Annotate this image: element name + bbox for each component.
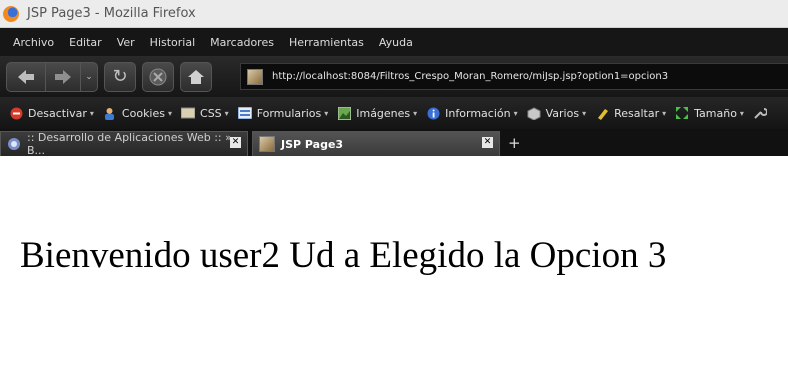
stop-icon <box>149 68 167 85</box>
window-title-bar: JSP Page3 - Mozilla Firefox <box>0 0 788 28</box>
toolbar-formularios[interactable]: Formularios ▾ <box>237 106 329 120</box>
css-icon <box>181 106 196 120</box>
cookie-icon <box>103 106 117 120</box>
form-icon <box>237 106 252 120</box>
toolbar-label: Varios <box>545 106 580 120</box>
tab-strip: :: Desarrollo de Aplicaciones Web :: » B… <box>0 129 788 157</box>
menu-bar: Archivo Editar Ver Historial Marcadores … <box>0 28 788 56</box>
toolbar-label: Cookies <box>121 106 165 120</box>
toolbar-label: Tamaño <box>694 106 737 120</box>
menu-historial[interactable]: Historial <box>150 36 195 49</box>
toolbar-label: Desactivar <box>28 106 87 120</box>
address-url[interactable]: http://localhost:8084/Filtros_Crespo_Mor… <box>272 71 668 82</box>
toolbar-cookies[interactable]: Cookies ▾ <box>103 106 172 120</box>
forward-button[interactable] <box>46 61 81 92</box>
close-icon[interactable]: ✕ <box>482 137 493 148</box>
tab-label: :: Desarrollo de Aplicaciones Web :: » B… <box>27 131 232 157</box>
toolbar-label: Imágenes <box>356 106 411 120</box>
chevron-down-icon: ▾ <box>662 108 667 118</box>
home-icon <box>188 69 204 84</box>
web-developer-toolbar: Desactivar ▾ Cookies ▾ CSS ▾ Formularios ▾ I… <box>0 97 788 129</box>
forward-arrow-icon <box>55 69 71 84</box>
toolbar-informacion[interactable]: Información ▾ <box>426 106 518 120</box>
stop-button[interactable] <box>142 61 174 92</box>
toolbar-desactivar[interactable]: Desactivar ▾ <box>9 106 94 120</box>
toolbar-label: CSS <box>200 106 222 120</box>
window-title: JSP Page3 - Mozilla Firefox <box>27 6 196 21</box>
page-content: Bienvenido user2 Ud a Elegido la Opcion … <box>0 156 788 371</box>
wrench-icon <box>753 106 767 120</box>
site-favicon-icon <box>247 68 263 85</box>
toolbar-css[interactable]: CSS ▾ <box>181 106 229 120</box>
back-button[interactable] <box>6 61 46 92</box>
chevron-down-icon: ⌄ <box>85 71 93 82</box>
chevron-down-icon: ▾ <box>739 108 744 118</box>
image-icon <box>337 106 351 120</box>
chevron-down-icon: ▾ <box>224 108 229 118</box>
menu-herramientas[interactable]: Herramientas <box>289 36 364 49</box>
toolbar-tamano[interactable]: Tamaño ▾ <box>675 106 744 120</box>
menu-ayuda[interactable]: Ayuda <box>379 36 413 49</box>
firefox-logo-icon <box>3 5 19 22</box>
chevron-down-icon: ▾ <box>324 108 329 118</box>
chevron-down-icon: ▾ <box>89 108 94 118</box>
new-tab-icon[interactable]: + <box>508 134 521 152</box>
info-icon <box>426 106 440 120</box>
reload-button[interactable]: ↻ <box>104 61 136 92</box>
address-bar[interactable]: http://localhost:8084/Filtros_Crespo_Mor… <box>240 63 788 90</box>
tab-desarrollo[interactable]: :: Desarrollo de Aplicaciones Web :: » B… <box>0 131 248 157</box>
chevron-down-icon: ▾ <box>513 108 518 118</box>
tab-label: JSP Page3 <box>281 137 344 151</box>
toolbar-varios[interactable]: Varios ▾ <box>527 106 586 120</box>
home-button[interactable] <box>180 61 212 92</box>
toolbar-imagenes[interactable]: Imágenes ▾ <box>337 106 417 120</box>
menu-ver[interactable]: Ver <box>117 36 135 49</box>
history-dropdown-button[interactable]: ⌄ <box>81 61 98 92</box>
welcome-message: Bienvenido user2 Ud a Elegido la Opcion … <box>20 235 667 276</box>
chevron-down-icon: ▾ <box>168 108 173 118</box>
chevron-down-icon: ▾ <box>413 108 418 118</box>
chevron-down-icon: ▾ <box>582 108 587 118</box>
site-favicon-icon <box>7 137 21 151</box>
toolbar-label: Resaltar <box>614 106 660 120</box>
close-icon[interactable]: ✕ <box>230 137 241 148</box>
block-icon <box>9 106 23 120</box>
misc-icon <box>527 106 541 120</box>
toolbar-resaltar[interactable]: Resaltar ▾ <box>595 106 666 120</box>
tab-jsp-page3[interactable]: JSP Page3 ✕ <box>252 131 500 156</box>
reload-icon: ↻ <box>112 66 128 87</box>
menu-marcadores[interactable]: Marcadores <box>210 36 274 49</box>
back-arrow-icon <box>18 69 34 84</box>
toolbar-tools[interactable] <box>753 106 772 120</box>
toolbar-label: Información <box>445 106 511 120</box>
menu-archivo[interactable]: Archivo <box>13 36 54 49</box>
highlight-icon <box>595 106 609 120</box>
resize-icon <box>675 106 689 120</box>
menu-editar[interactable]: Editar <box>69 36 102 49</box>
toolbar-label: Formularios <box>256 106 322 120</box>
site-favicon-icon <box>259 136 275 152</box>
